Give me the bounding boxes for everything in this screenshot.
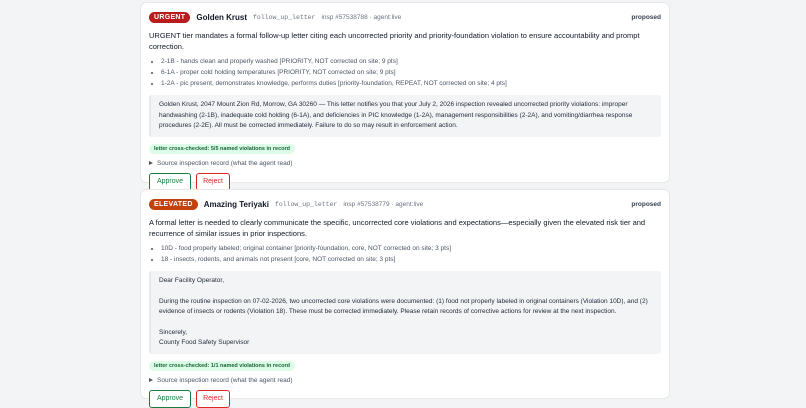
proposal-card: URGENT Golden Krust follow_up_letter ins… <box>140 2 670 191</box>
review-queue: URGENT Golden Krust follow_up_letter ins… <box>0 0 806 408</box>
establishment-name: Amazing Teriyaki <box>203 199 269 209</box>
establishment-name: Golden Krust <box>196 12 248 22</box>
tier-badge: URGENT <box>149 11 191 23</box>
violation-item: 18 - insects, rodents, and animals not p… <box>161 254 661 265</box>
status-label: proposed <box>631 200 661 208</box>
source-record-label: Source inspection record (what the agent… <box>157 376 293 384</box>
tier-badge: ELEVATED <box>149 198 198 210</box>
reject-button[interactable]: Reject <box>196 172 230 191</box>
action-kind: follow_up_letter <box>253 13 316 21</box>
action-buttons: Approve Reject <box>149 389 661 408</box>
letter-paragraph: Golden Krust, 2047 Mount Zion Rd, Morrow… <box>159 101 633 129</box>
source-record-label: Source inspection record (what the agent… <box>157 159 293 167</box>
inspection-meta: insp #57538788 · agent:live <box>321 13 402 21</box>
cross-check-badge: letter cross-checked: 5/5 named violatio… <box>149 143 296 154</box>
approve-button[interactable]: Approve <box>149 172 191 191</box>
violation-item: 10D - food properly labeled; original co… <box>161 243 661 254</box>
approve-button[interactable]: Approve <box>149 389 191 408</box>
source-record-toggle[interactable]: Source inspection record (what the agent… <box>149 160 661 167</box>
letter-paragraph: During the routine inspection on 07-02-2… <box>159 297 648 316</box>
action-buttons: Approve Reject <box>149 172 661 191</box>
letter-signoff: Sincerely, County Food Safety Supervisor <box>159 328 250 347</box>
cross-check-badge: letter cross-checked: 1/1 named violatio… <box>149 360 296 371</box>
violation-list: 10D - food properly labeled; original co… <box>149 243 661 265</box>
source-record-toggle[interactable]: Source inspection record (what the agent… <box>149 377 661 384</box>
violation-item: 1-2A - pic present, demonstrates knowled… <box>161 78 661 89</box>
rationale-text: URGENT tier mandates a formal follow-up … <box>149 31 640 51</box>
letter-preview: Golden Krust, 2047 Mount Zion Rd, Morrow… <box>149 95 661 137</box>
letter-preview: Dear Facility Operator, During the routi… <box>149 271 661 354</box>
violation-item: 2-1B - hands clean and properly washed [… <box>161 56 661 67</box>
proposal-card: ELEVATED Amazing Teriyaki follow_up_lett… <box>140 189 670 408</box>
disclosure-triangle-icon <box>149 161 153 165</box>
card-header: ELEVATED Amazing Teriyaki follow_up_lett… <box>149 197 661 211</box>
rationale-text: A formal letter is needed to clearly com… <box>149 218 646 238</box>
status-label: proposed <box>631 13 661 21</box>
action-kind: follow_up_letter <box>274 200 338 208</box>
card-header: URGENT Golden Krust follow_up_letter ins… <box>149 10 661 24</box>
violation-list: 2-1B - hands clean and properly washed [… <box>149 56 661 89</box>
reject-button[interactable]: Reject <box>196 389 230 408</box>
disclosure-triangle-icon <box>149 378 153 382</box>
letter-greeting: Dear Facility Operator, <box>159 277 225 284</box>
violation-item: 6-1A - proper cold holding temperatures … <box>161 67 661 78</box>
inspection-meta: insp #57538779 · agent:live <box>343 200 424 208</box>
